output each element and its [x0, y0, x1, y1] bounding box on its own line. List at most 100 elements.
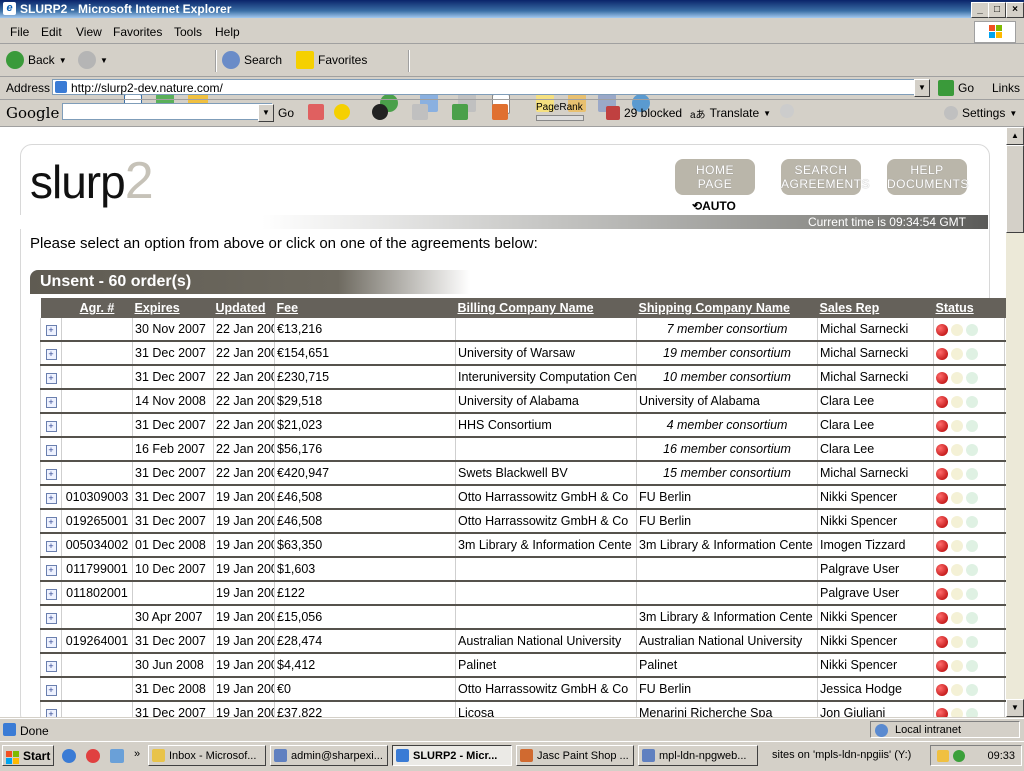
expand-icon[interactable]: + — [45, 325, 57, 336]
header-sales-rep[interactable]: Sales Rep — [817, 298, 934, 318]
table-row[interactable]: +14 Nov 200822 Jan 2007$29,518University… — [40, 389, 1006, 414]
table-row[interactable]: +31 Dec 200722 Jan 2007£230,715Interuniv… — [40, 365, 1006, 390]
back-button[interactable]: Back ▼ — [6, 50, 67, 70]
expand-icon[interactable]: + — [45, 709, 57, 717]
expand-icon[interactable]: + — [45, 493, 57, 504]
highlight-icon[interactable] — [452, 104, 468, 120]
expand-icon[interactable]: + — [45, 397, 57, 408]
search-agreements-button[interactable]: SEARCH AGREEMENTS — [781, 159, 870, 195]
page-scrollbar[interactable]: ▲ ▼ — [1006, 127, 1024, 717]
table-row[interactable]: +00503400201 Dec 200819 Jan 2007$63,3503… — [40, 533, 1006, 558]
cell-shipping: 3m Library & Information Cente — [636, 533, 818, 558]
table-row[interactable]: +01926400131 Dec 200719 Jan 2007£28,474A… — [40, 629, 1006, 654]
auto-refresh-toggle[interactable]: ⟲AUTO — [692, 199, 736, 213]
task-mpl[interactable]: mpl-ldn-npgweb... — [638, 745, 758, 766]
help-documents-button[interactable]: HELP DOCUMENTS — [887, 159, 968, 195]
address-input[interactable]: http://slurp2-dev.nature.com/ — [52, 79, 920, 95]
expand-icon[interactable]: + — [45, 349, 57, 360]
table-row[interactable]: +31 Dec 200719 Jan 2007£37,822LicosaMena… — [40, 701, 1006, 717]
task-admin[interactable]: admin@sharpexi... — [270, 745, 388, 766]
header-status[interactable]: Status — [933, 298, 1005, 318]
expand-icon[interactable]: + — [45, 565, 57, 576]
menu-help[interactable]: Help — [215, 25, 240, 39]
menu-favorites[interactable]: Favorites — [113, 25, 162, 39]
links-button[interactable]: Links — [992, 81, 1020, 95]
home-page-button[interactable]: HOME PAGE — [675, 159, 755, 195]
table-row[interactable]: +30 Nov 200722 Jan 2007€13,216 7 member c… — [40, 318, 1006, 342]
table-row[interactable]: +31 Dec 200722 Jan 2007€154,651Universit… — [40, 341, 1006, 366]
expand-icon[interactable]: + — [45, 637, 57, 648]
expand-icon[interactable]: + — [45, 685, 57, 696]
site-search-icon[interactable] — [372, 104, 388, 120]
cell-agr: 005034002 — [61, 533, 133, 558]
expand-icon[interactable]: + — [45, 541, 57, 552]
google-settings-button[interactable]: Settings ▼ — [944, 103, 1017, 123]
cell-updated: 19 Jan 2007 — [213, 509, 275, 534]
table-row[interactable]: +01179900110 Dec 200719 Jan 2007$1,603 Pa… — [40, 557, 1006, 582]
expand-icon[interactable]: + — [45, 589, 57, 600]
table-row[interactable]: +30 Apr 200719 Jan 2007£15,056 3m Library… — [40, 605, 1006, 630]
google-go-button[interactable]: Go — [278, 106, 294, 120]
forward-button[interactable]: ▼ — [78, 50, 108, 70]
cell-updated: 22 Jan 2007 — [213, 365, 275, 390]
menu-file[interactable]: File — [10, 25, 29, 39]
quicklaunch-more-icon[interactable]: » — [134, 748, 140, 760]
expand-icon[interactable]: + — [45, 445, 57, 456]
close-button[interactable]: × — [1006, 2, 1024, 18]
menu-view[interactable]: View — [76, 25, 102, 39]
expand-icon[interactable]: + — [45, 517, 57, 528]
cell-agr: 019264001 — [61, 629, 133, 654]
popup-blocker[interactable]: 29 blocked — [606, 103, 682, 123]
header-fee[interactable]: Fee — [274, 298, 456, 318]
tray-status-icon[interactable] — [953, 750, 965, 762]
menu-tools[interactable]: Tools — [174, 25, 202, 39]
header-updated[interactable]: Updated — [213, 298, 275, 318]
header-billing[interactable]: Billing Company Name — [455, 298, 637, 318]
expand-icon[interactable]: + — [45, 661, 57, 672]
translate-button[interactable]: aあ Translate ▼ — [690, 103, 771, 123]
header-shipping[interactable]: Shipping Company Name — [636, 298, 818, 318]
info-icon[interactable] — [412, 104, 428, 120]
expand-icon[interactable]: + — [45, 373, 57, 384]
autofill-icon[interactable] — [492, 104, 508, 120]
task-jasc[interactable]: Jasc Paint Shop ... — [516, 745, 634, 766]
minimize-button[interactable]: _ — [971, 2, 989, 18]
google-search-dropdown[interactable]: ▼ — [258, 104, 274, 122]
quicklaunch-messenger-icon[interactable] — [110, 749, 124, 763]
task-sites[interactable]: sites on 'mpls-ldn-npgiis' (Y:) — [772, 749, 911, 761]
google-search-icon[interactable] — [308, 104, 324, 120]
task-slurp2[interactable]: SLURP2 - Micr... — [392, 745, 512, 766]
expand-icon[interactable]: + — [45, 421, 57, 432]
page-done-icon — [3, 723, 16, 736]
address-dropdown[interactable]: ▼ — [914, 79, 930, 97]
task-inbox[interactable]: Inbox - Microsof... — [148, 745, 266, 766]
header-expires[interactable]: Expires — [132, 298, 214, 318]
table-row[interactable]: +31 Dec 200819 Jan 2007€0Otto Harrassowi… — [40, 677, 1006, 702]
google-search-input[interactable] — [62, 103, 272, 120]
pencil-icon[interactable] — [780, 104, 794, 118]
scroll-up-icon[interactable]: ▲ — [1006, 127, 1024, 145]
table-row[interactable]: +30 Jun 200819 Jan 2007$4,412PalinetPali… — [40, 653, 1006, 678]
table-row[interactable]: +01030900331 Dec 200719 Jan 2007£46,508O… — [40, 485, 1006, 510]
header-agr[interactable]: Agr. # — [61, 298, 133, 318]
start-button[interactable]: Start — [2, 745, 54, 766]
favorites-button[interactable]: Favorites — [296, 50, 367, 70]
maximize-button[interactable]: □ — [988, 2, 1006, 18]
quicklaunch-app-icon[interactable] — [86, 749, 100, 763]
table-row[interactable]: +16 Feb 200722 Jan 2007$56,176 16 member … — [40, 437, 1006, 462]
table-row[interactable]: +31 Dec 200722 Jan 2007$21,023HHS Consor… — [40, 413, 1006, 438]
news-icon[interactable] — [334, 104, 350, 120]
scroll-down-icon[interactable]: ▼ — [1006, 699, 1024, 717]
tray-app-icon[interactable] — [937, 750, 949, 762]
scroll-thumb[interactable] — [1006, 145, 1024, 233]
expand-icon[interactable]: + — [45, 469, 57, 480]
expand-icon[interactable]: + — [45, 613, 57, 624]
menu-edit[interactable]: Edit — [41, 25, 62, 39]
search-button[interactable]: Search — [222, 50, 282, 70]
table-row[interactable]: +01926500131 Dec 200719 Jan 2007£46,508O… — [40, 509, 1006, 534]
status-red-icon — [936, 539, 948, 552]
quicklaunch-ie-icon[interactable] — [62, 749, 76, 763]
table-row[interactable]: +31 Dec 200722 Jan 2007€420,947Swets Bla… — [40, 461, 1006, 486]
go-button[interactable]: Go — [938, 78, 974, 98]
table-row[interactable]: +01180200119 Jan 2007£122Palgrave User1B… — [40, 581, 1006, 606]
